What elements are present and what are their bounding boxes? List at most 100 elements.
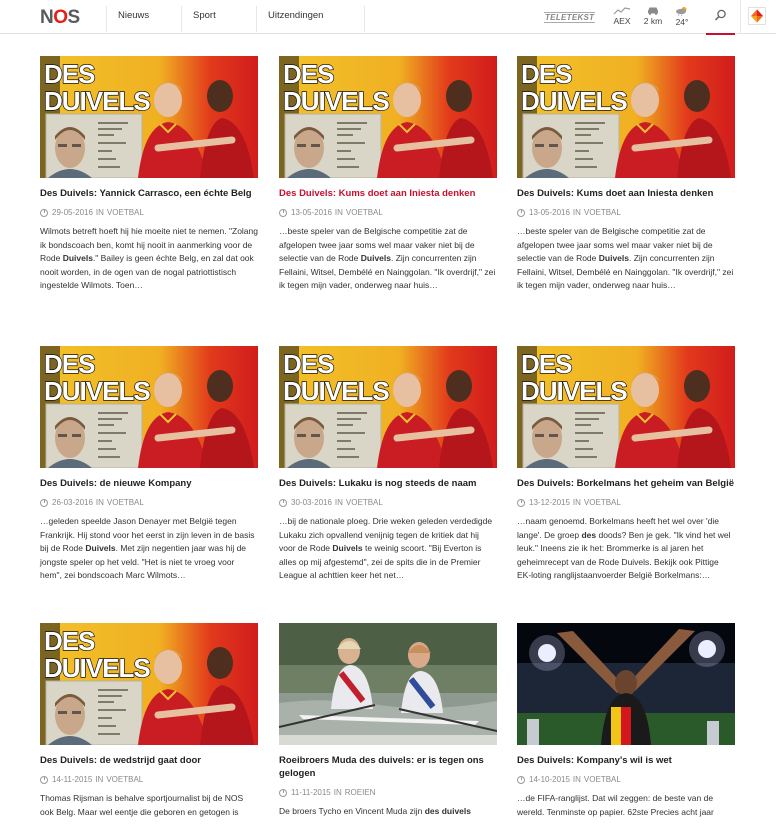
clock-icon (517, 208, 525, 217)
article-date: 13-12-2015 (529, 498, 570, 507)
traffic-widget[interactable]: 2 km (641, 6, 665, 26)
article-title-link[interactable]: Des Duivels: Kums doet aan Iniesta denke… (517, 187, 735, 200)
aex-label: AEX (613, 16, 631, 26)
article-thumbnail[interactable] (40, 623, 258, 745)
article-date: 29-05-2016 (52, 208, 93, 217)
article-card[interactable]: Des Duivels: Lukaku is nog steeds de naa… (279, 346, 497, 583)
car-icon (648, 7, 658, 15)
article-card[interactable]: Des Duivels: Kums doet aan Iniesta denke… (279, 56, 497, 293)
article-title-link[interactable]: Des Duivels: Lukaku is nog steeds de naa… (279, 477, 497, 490)
nos-diamond-icon (748, 7, 766, 25)
article-excerpt: Thomas Rijsman is behalve sportjournalis… (40, 793, 244, 817)
article-meta-in: in (95, 498, 104, 507)
article-title-link[interactable]: Roeibroers Muda des duivels: er is tegen… (279, 754, 497, 780)
article-meta-in: in (572, 208, 581, 217)
article-meta-in: in (334, 498, 343, 507)
header-divider (740, 0, 741, 34)
article-meta-in: in (95, 208, 104, 217)
nav-item-uitzendingen[interactable]: Uitzendingen (268, 0, 323, 34)
aex-widget[interactable]: AEX (610, 6, 634, 26)
temperature-label: 24° (675, 17, 689, 27)
article-title-link[interactable]: Des Duivels: Kums doet aan Iniesta denke… (279, 187, 497, 200)
article-date: 11-11-2015 (291, 788, 331, 797)
article-meta-in: in (334, 208, 343, 217)
article-category[interactable]: Voetbal (346, 207, 383, 218)
article-thumbnail[interactable] (40, 346, 258, 468)
article-card[interactable]: Des Duivels: de nieuwe Kompany 26-03-2016… (40, 346, 258, 583)
article-category[interactable]: Roeien (345, 787, 376, 798)
article-category[interactable]: Voetbal (584, 207, 621, 218)
clock-icon (517, 775, 525, 784)
article-card[interactable]: Roeibroers Muda des duivels: er is tegen… (279, 623, 497, 819)
article-thumbnail[interactable] (517, 623, 735, 745)
article-category[interactable]: Voetbal (346, 497, 383, 508)
article-meta: 26-03-2016 in Voetbal (40, 497, 258, 508)
nos-home-button[interactable] (748, 7, 766, 25)
article-date: 14-10-2015 (529, 775, 570, 784)
article-meta: 29-05-2016 in Voetbal (40, 207, 258, 218)
article-meta: 30-03-2016 in Voetbal (279, 497, 497, 508)
article-date: 13-05-2016 (529, 208, 570, 217)
clock-icon (40, 775, 48, 784)
article-excerpt: …beste speler van de Belgische competiti… (279, 226, 496, 290)
article-meta: 14-11-2015 in Voetbal (40, 774, 258, 785)
article-meta: 13-05-2016 in Voetbal (517, 207, 735, 218)
article-thumbnail[interactable] (279, 346, 497, 468)
nav-item-sport[interactable]: Sport (193, 0, 216, 34)
article-date: 30-03-2016 (291, 498, 332, 507)
clock-icon (40, 208, 48, 217)
article-category[interactable]: Voetbal (107, 497, 144, 508)
nav-divider (106, 6, 107, 32)
search-button[interactable] (706, 0, 735, 35)
chart-line-icon (613, 7, 631, 15)
article-excerpt: …de FIFA-ranglijst. Dat wil zeggen: de b… (517, 793, 714, 817)
article-meta: 13-12-2015 in Voetbal (517, 497, 735, 508)
nos-logo[interactable]: NOS (40, 7, 80, 29)
clock-icon (517, 498, 525, 507)
nav-divider (256, 6, 257, 32)
article-thumbnail[interactable] (517, 56, 735, 178)
article-title-link[interactable]: Des Duivels: de wedstrijd gaat door (40, 754, 258, 767)
article-title-link[interactable]: Des Duivels: Yannick Carrasco, een échte… (40, 187, 258, 200)
article-meta-in: in (572, 775, 581, 784)
article-title-link[interactable]: Des Duivels: de nieuwe Kompany (40, 477, 258, 490)
article-category[interactable]: Voetbal (584, 774, 621, 785)
article-meta-in: in (572, 498, 581, 507)
clock-icon (279, 208, 287, 217)
article-title-link[interactable]: Des Duivels: Kompany's wil is wet (517, 754, 735, 767)
clock-icon (40, 498, 48, 507)
article-card[interactable]: Des Duivels: Kompany's wil is wet 14-10-2… (517, 623, 735, 819)
clock-icon (279, 788, 287, 797)
article-meta: 14-10-2015 in Voetbal (517, 774, 735, 785)
article-thumbnail[interactable] (279, 623, 497, 745)
article-card[interactable]: Des Duivels: Yannick Carrasco, een échte… (40, 56, 258, 293)
article-category[interactable]: Voetbal (107, 207, 144, 218)
article-meta-in: in (333, 788, 342, 797)
article-card[interactable]: Des Duivels: Borkelmans het geheim van B… (517, 346, 735, 583)
nav-item-nieuws[interactable]: Nieuws (118, 0, 149, 34)
weather-cloud-icon (676, 7, 687, 16)
article-excerpt: …beste speler van de Belgische competiti… (517, 226, 734, 290)
nav-divider (181, 6, 182, 32)
article-category[interactable]: Voetbal (584, 497, 621, 508)
article-excerpt: De broers Tycho en Vincent Muda zijn des… (279, 806, 471, 816)
article-meta-in: in (95, 775, 104, 784)
article-card[interactable]: Des Duivels: de wedstrijd gaat door 14-11… (40, 623, 258, 819)
article-thumbnail[interactable] (279, 56, 497, 178)
article-title-link[interactable]: Des Duivels: Borkelmans het geheim van B… (517, 477, 735, 490)
nav-divider (364, 6, 365, 32)
article-card[interactable]: Des Duivels: Kums doet aan Iniesta denke… (517, 56, 735, 293)
article-excerpt: …geleden speelde Jason Denayer met Belgi… (40, 516, 255, 580)
article-thumbnail[interactable] (40, 56, 258, 178)
article-meta: 13-05-2016 in Voetbal (279, 207, 497, 218)
site-header: NOS Nieuws Sport Uitzendingen TELETEKST … (0, 0, 776, 35)
article-excerpt: …bij de nationale ploeg. Drie weken gele… (279, 516, 493, 580)
search-icon (714, 9, 726, 21)
article-meta: 11-11-2015 in Roeien (279, 787, 497, 798)
article-category[interactable]: Voetbal (106, 774, 143, 785)
article-thumbnail[interactable] (517, 346, 735, 468)
article-date: 26-03-2016 (52, 498, 93, 507)
teletekst-link[interactable]: TELETEKST (544, 12, 596, 23)
weather-widget[interactable]: 24° (670, 6, 694, 27)
article-date: 13-05-2016 (291, 208, 332, 217)
